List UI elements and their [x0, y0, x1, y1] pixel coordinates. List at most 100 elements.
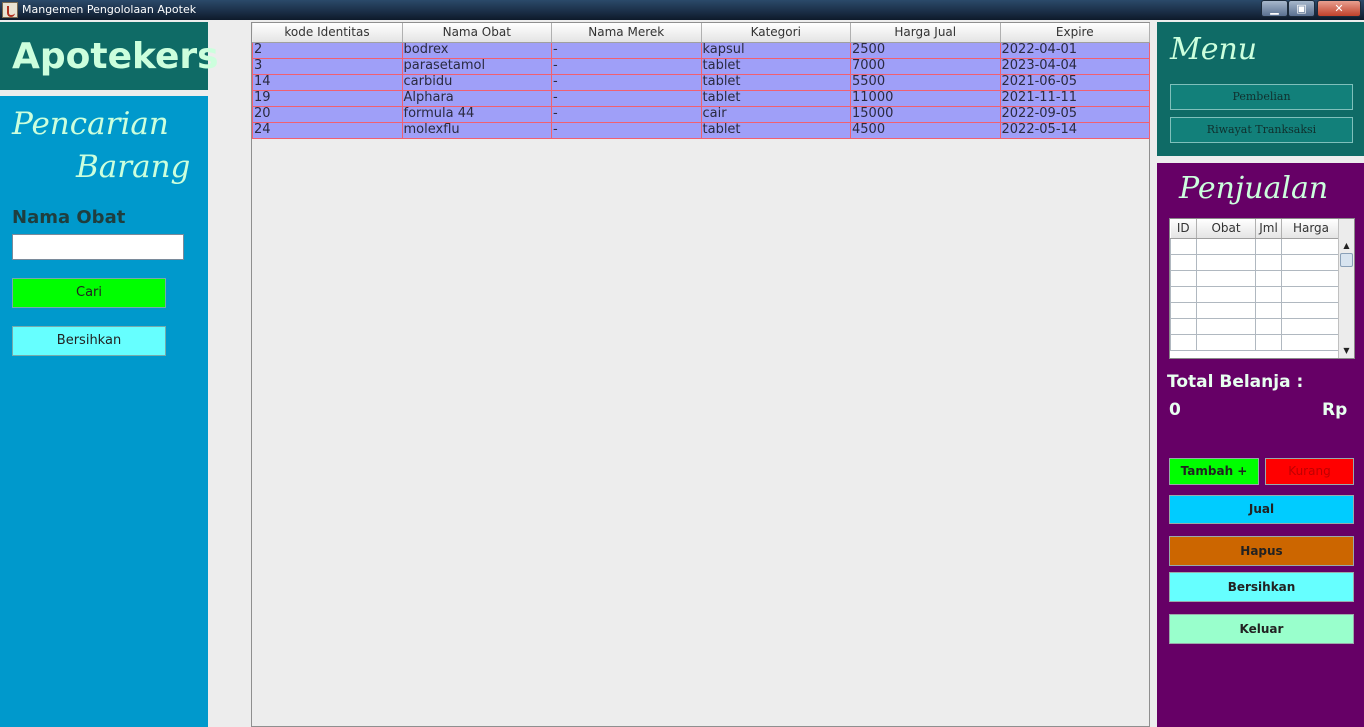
cart-cell — [1196, 317, 1256, 335]
cell-name: molexflu — [401, 121, 552, 139]
cell-brand: - — [551, 41, 702, 59]
table-row[interactable]: 14 carbidu - tablet 5500 2021-06-05 — [252, 73, 1150, 91]
table-row[interactable]: 2 bodrex - kapsul 2500 2022-04-01 — [252, 41, 1150, 59]
column-header[interactable]: ID — [1170, 219, 1197, 239]
scroll-up-arrow-icon[interactable]: ▲ — [1339, 238, 1354, 253]
cart-scrollbar[interactable]: ▲ ▼ — [1338, 219, 1354, 358]
medicine-table-panel[interactable]: kode Identitas Nama Obat Nama Merek Kate… — [251, 22, 1150, 727]
search-button[interactable]: Cari — [12, 278, 166, 308]
cart-cell — [1281, 333, 1341, 351]
cart-cell — [1255, 285, 1282, 303]
reduce-button[interactable]: Kurang — [1265, 458, 1354, 485]
table-row[interactable]: 19 Alphara - tablet 11000 2021-11-11 — [252, 89, 1150, 107]
cell-name: formula 44 — [401, 105, 552, 123]
cart-cell — [1196, 237, 1256, 255]
cell-category: tablet — [700, 121, 851, 139]
brand-title: Apotekers — [12, 36, 219, 77]
cart-cell — [1170, 301, 1197, 319]
total-label: Total Belanja : — [1167, 372, 1304, 392]
cell-price: 15000 — [850, 105, 1001, 123]
column-header[interactable]: Obat — [1196, 219, 1256, 239]
medicine-name-input[interactable] — [12, 234, 184, 260]
cart-row[interactable] — [1170, 269, 1341, 287]
clear-search-button[interactable]: Bersihkan — [12, 326, 166, 356]
cell-name: bodrex — [401, 41, 552, 59]
scroll-down-arrow-icon[interactable]: ▼ — [1339, 343, 1354, 358]
cart-cell — [1281, 269, 1341, 287]
column-header[interactable]: kode Identitas — [252, 23, 403, 43]
search-title-line2: Barang — [76, 149, 191, 185]
column-header[interactable]: Nama Merek — [551, 23, 702, 43]
cell-brand: - — [551, 89, 702, 107]
cell-name: Alphara — [401, 89, 552, 107]
close-button[interactable]: ✕ — [1317, 0, 1361, 17]
transaction-history-button[interactable]: Riwayat Tranksaksi — [1170, 117, 1353, 143]
cell-expire: 2022-05-14 — [999, 121, 1150, 139]
exit-button[interactable]: Keluar — [1169, 614, 1354, 644]
cart-row[interactable] — [1170, 301, 1341, 319]
cart-cell — [1281, 237, 1341, 255]
clear-cart-button[interactable]: Bersihkan — [1169, 572, 1354, 602]
cell-id: 3 — [252, 57, 403, 75]
maximize-button[interactable]: ▣ — [1288, 0, 1315, 17]
table-row[interactable]: 20 formula 44 - cair 15000 2022-09-05 — [252, 105, 1150, 123]
delete-button[interactable]: Hapus — [1169, 536, 1354, 566]
cell-price: 7000 — [850, 57, 1001, 75]
cell-category: cair — [700, 105, 851, 123]
cart-row[interactable] — [1170, 333, 1341, 351]
cell-expire: 2021-11-11 — [999, 89, 1150, 107]
cart-cell — [1196, 269, 1256, 287]
cell-name: carbidu — [401, 73, 552, 91]
cart-cell — [1255, 237, 1282, 255]
column-header[interactable]: Harga Jual — [850, 23, 1001, 43]
cart-cell — [1281, 285, 1341, 303]
cart-cell — [1281, 301, 1341, 319]
column-header[interactable]: Harga — [1281, 219, 1341, 239]
cart-cell — [1170, 253, 1197, 271]
cart-cell — [1170, 333, 1197, 351]
cart-row[interactable] — [1170, 317, 1341, 335]
cell-id: 2 — [252, 41, 403, 59]
cell-category: tablet — [700, 73, 851, 91]
table-row[interactable]: 24 molexflu - tablet 4500 2022-05-14 — [252, 121, 1150, 139]
sell-button[interactable]: Jual — [1169, 495, 1354, 524]
cart-row[interactable] — [1170, 237, 1341, 255]
cart-cell — [1170, 269, 1197, 287]
column-header[interactable]: Nama Obat — [402, 23, 552, 43]
cell-expire: 2021-06-05 — [999, 73, 1150, 91]
cart-cell — [1196, 253, 1256, 271]
medicine-table: kode Identitas Nama Obat Nama Merek Kate… — [252, 23, 1150, 139]
search-sidebar: Apotekers Pencarian Barang Nama Obat Car… — [0, 22, 219, 727]
purchase-button[interactable]: Pembelian — [1170, 84, 1353, 110]
java-app-icon — [2, 2, 18, 18]
cell-category: tablet — [700, 57, 851, 75]
cart-cell — [1281, 317, 1341, 335]
cell-price: 11000 — [850, 89, 1001, 107]
column-header[interactable]: Expire — [1000, 23, 1150, 43]
sales-title: Penjualan — [1179, 171, 1329, 206]
column-header[interactable]: Jml — [1255, 219, 1282, 239]
cart-cell — [1255, 317, 1282, 335]
divider — [0, 90, 208, 96]
cart-row[interactable] — [1170, 253, 1341, 271]
cell-expire: 2022-09-05 — [999, 105, 1150, 123]
scroll-thumb[interactable] — [1340, 253, 1353, 267]
cell-price: 2500 — [850, 41, 1001, 59]
add-button[interactable]: Tambah + — [1169, 458, 1259, 485]
column-header[interactable]: Kategori — [701, 23, 851, 43]
cell-price: 5500 — [850, 73, 1001, 91]
cell-price: 4500 — [850, 121, 1001, 139]
cell-id: 24 — [252, 121, 403, 139]
cell-id: 14 — [252, 73, 403, 91]
total-value: 0 — [1169, 400, 1181, 420]
cart-cell — [1255, 333, 1282, 351]
cart-cell — [1170, 285, 1197, 303]
table-header-row: kode Identitas Nama Obat Nama Merek Kate… — [252, 23, 1150, 43]
cart-row[interactable] — [1170, 285, 1341, 303]
table-row[interactable]: 3 parasetamol - tablet 7000 2023-04-04 — [252, 57, 1150, 75]
cell-expire: 2023-04-04 — [999, 57, 1150, 75]
cart-table: ID Obat Jml Harga — [1170, 219, 1341, 351]
minimize-button[interactable]: ▁ — [1261, 0, 1288, 17]
cart-table-panel[interactable]: ID Obat Jml Harga ▲ ▼ — [1169, 218, 1355, 359]
cell-brand: - — [551, 105, 702, 123]
